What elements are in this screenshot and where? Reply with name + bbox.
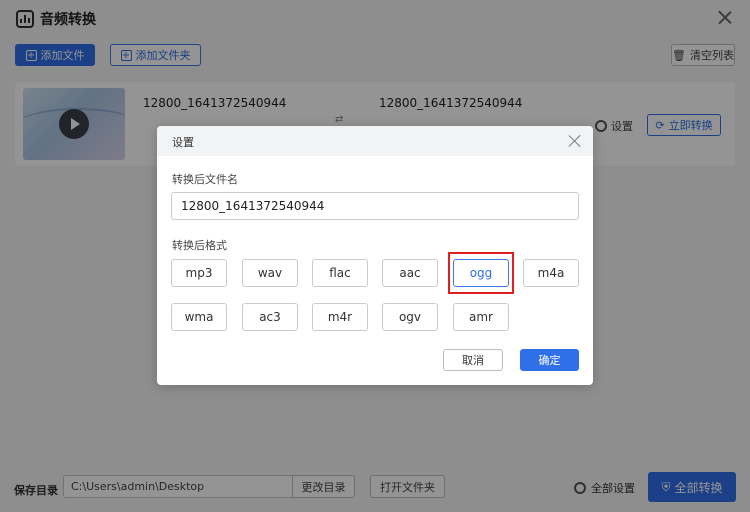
- format-option-amr[interactable]: amr: [453, 303, 509, 331]
- confirm-button[interactable]: 确定: [520, 349, 579, 371]
- dialog-close-icon[interactable]: [567, 133, 583, 149]
- format-option-flac[interactable]: flac: [312, 259, 368, 287]
- format-option-m4a[interactable]: m4a: [523, 259, 579, 287]
- format-label: 转换后格式: [172, 239, 227, 252]
- format-option-ac3[interactable]: ac3: [242, 303, 298, 331]
- filename-label: 转换后文件名: [172, 173, 238, 186]
- format-option-mp3[interactable]: mp3: [171, 259, 227, 287]
- format-option-aac[interactable]: aac: [382, 259, 438, 287]
- cancel-button[interactable]: 取消: [443, 349, 503, 371]
- format-option-m4r[interactable]: m4r: [312, 303, 368, 331]
- dialog-title: 设置: [172, 136, 194, 149]
- format-option-wav[interactable]: wav: [242, 259, 298, 287]
- format-option-wma[interactable]: wma: [171, 303, 227, 331]
- settings-dialog: 设置 转换后文件名 12800_1641372540944 转换后格式 mp3 …: [157, 126, 593, 385]
- selection-highlight: [448, 252, 514, 294]
- format-option-ogv[interactable]: ogv: [382, 303, 438, 331]
- filename-input[interactable]: 12800_1641372540944: [171, 192, 579, 220]
- dialog-header: 设置: [157, 126, 593, 156]
